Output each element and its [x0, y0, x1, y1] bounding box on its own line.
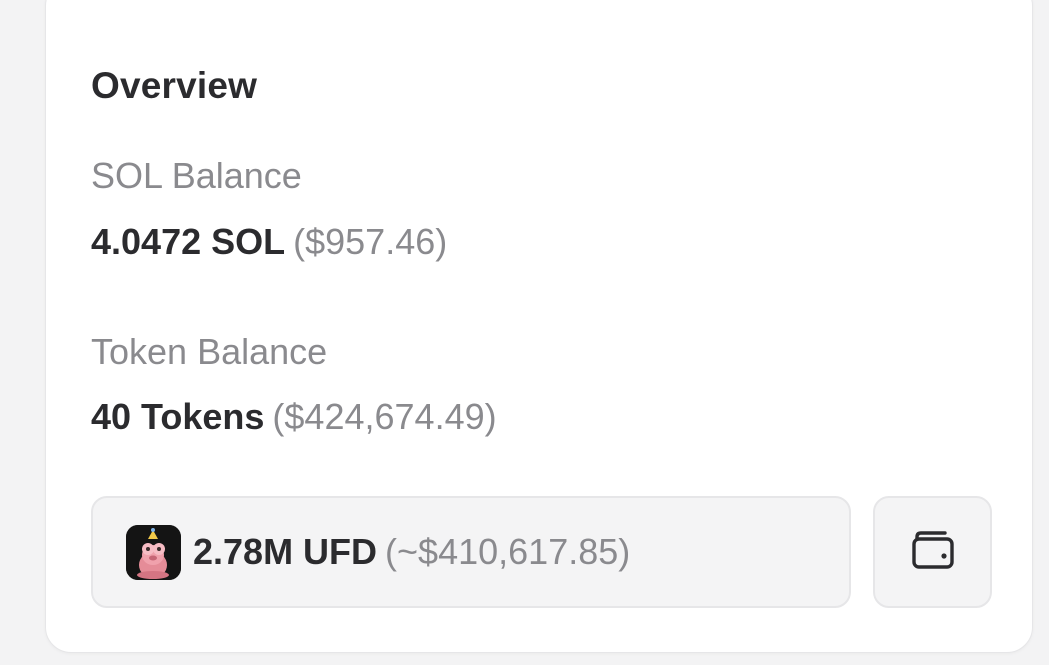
top-token-text: 2.78M UFD (~$410,617.85): [193, 531, 630, 573]
top-token-pill[interactable]: 2.78M UFD (~$410,617.85): [91, 496, 851, 608]
wallet-icon: [911, 529, 955, 576]
token-balance-value: 40 Tokens ($424,674.49): [91, 396, 497, 438]
token-logo-icon: [126, 524, 181, 580]
top-token-amount: 2.78M UFD: [193, 531, 378, 572]
overview-card: Overview SOL Balance 4.0472 SOL ($957.46)…: [45, 0, 1033, 653]
token-balance-label: Token Balance: [91, 331, 328, 372]
sol-balance-value: 4.0472 SOL ($957.46): [91, 221, 447, 263]
wallet-button[interactable]: [873, 496, 992, 608]
sol-balance-label: SOL Balance: [91, 155, 302, 196]
top-token-usd: (~$410,617.85): [385, 531, 631, 572]
token-balance-amount: 40 Tokens: [91, 396, 265, 437]
sol-balance-amount: 4.0472 SOL: [91, 221, 286, 262]
overview-title: Overview: [91, 65, 258, 106]
sol-balance-usd: ($957.46): [293, 221, 448, 262]
token-balance-usd: ($424,674.49): [272, 396, 497, 437]
